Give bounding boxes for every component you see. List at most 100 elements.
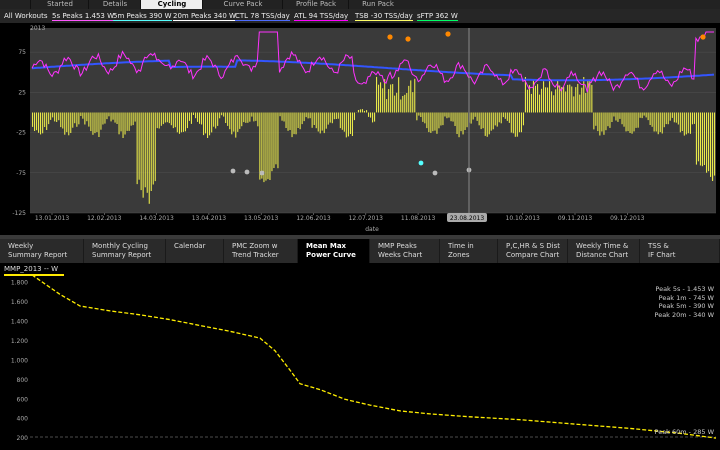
tsb-bar xyxy=(611,112,613,122)
pmc-x-tick: 09.12.2013 xyxy=(610,215,645,222)
tsb-bar xyxy=(279,112,281,117)
chart-tab-weekly-time-distance[interactable]: Weekly Time & Distance Chart xyxy=(568,239,640,263)
chart-tab-mean-max-power[interactable]: Mean Max Power Curve xyxy=(298,239,370,263)
tsb-bar xyxy=(259,112,261,180)
tsb-bar xyxy=(186,112,188,129)
tsb-bar xyxy=(506,112,508,121)
tsb-bar xyxy=(40,112,42,135)
chart-tab-weekly-summary[interactable]: Weekly Summary Report xyxy=(0,239,84,263)
tsb-bar xyxy=(277,112,279,169)
chart-tab-time-in-zones[interactable]: Time in Zones xyxy=(440,239,498,263)
tsb-bar xyxy=(500,112,502,124)
pmc-chart[interactable]: 2013 75 25 -25 -75 -125 13.01.2013 12.02.2013… xyxy=(0,23,720,235)
tsb-bar xyxy=(104,112,106,124)
pmc-legend: All Workouts 5s Peaks 1.453 W 5m Peaks 3… xyxy=(0,9,720,23)
tsb-bar xyxy=(197,112,199,122)
chart-tab-tss-if[interactable]: TSS & IF Chart xyxy=(640,239,720,263)
legend-5s-peaks[interactable]: 5s Peaks 1.453 W xyxy=(52,9,115,23)
tsb-bar xyxy=(309,112,311,119)
tsb-bar xyxy=(160,112,162,126)
tsb-bar xyxy=(166,112,168,123)
tsb-bar xyxy=(136,112,138,185)
tsb-bar xyxy=(128,112,130,131)
pmc-x-tick: 09.11.2013 xyxy=(558,215,593,222)
tsb-bar xyxy=(245,112,247,123)
chart-tab-calendar[interactable]: Calendar xyxy=(166,239,224,263)
tsb-bar xyxy=(205,112,207,134)
workout-filter[interactable]: All Workouts xyxy=(4,9,48,23)
chart-tab-dist-compare[interactable]: P,C,HR & S Dist Compare Chart xyxy=(498,239,568,263)
sftp-marker xyxy=(445,31,451,37)
tsb-bar xyxy=(211,112,213,133)
tsb-bar xyxy=(56,112,58,122)
tsb-bar xyxy=(42,112,44,134)
tsb-bar xyxy=(180,112,182,133)
tsb-bar xyxy=(402,96,404,113)
top-tab-curve-pack[interactable]: Curve Pack xyxy=(202,0,283,9)
tsb-bar xyxy=(130,112,132,126)
chart-tab-pmc-zoom[interactable]: PMC Zoom w Trend Tracker xyxy=(224,239,298,263)
tsb-bar xyxy=(637,112,639,128)
tsb-bar xyxy=(34,112,36,131)
tsb-bar xyxy=(38,112,40,133)
tsb-bar xyxy=(627,112,629,132)
tsb-bar xyxy=(681,112,683,131)
tsb-bar xyxy=(494,112,496,126)
top-tab-details[interactable]: Details xyxy=(88,0,141,9)
tsb-bar xyxy=(80,112,82,116)
tsb-bar xyxy=(657,112,659,135)
tsb-bar xyxy=(452,112,454,122)
tsb-bar xyxy=(108,112,110,117)
tsb-bar xyxy=(428,112,430,133)
tsb-bar xyxy=(126,112,128,131)
tsb-bar xyxy=(225,112,227,123)
tsb-bar xyxy=(677,112,679,125)
chart-tab-mmp-peaks-weeks[interactable]: MMP Peaks Weeks Chart xyxy=(370,239,440,263)
tsb-bar xyxy=(587,79,589,113)
tsb-bar xyxy=(249,112,251,122)
tsb-bar xyxy=(162,112,164,125)
tsb-bar xyxy=(184,112,186,132)
legend-atl[interactable]: ATL 94 TSS/day xyxy=(294,9,349,23)
legend-ctl[interactable]: CTL 78 TSS/day xyxy=(235,9,290,23)
tsb-bar xyxy=(46,112,48,130)
tsb-bar xyxy=(591,84,593,113)
top-tab-run-pack[interactable]: Run Pack xyxy=(348,0,407,9)
tsb-bar xyxy=(203,112,205,136)
tsb-bar xyxy=(299,112,301,130)
tsb-bar xyxy=(366,110,368,113)
peak-5s: Peak 5s - 1.453 W xyxy=(655,285,714,293)
top-tab-cycling[interactable]: Cycling xyxy=(140,0,203,9)
tsb-bar xyxy=(410,80,412,113)
tsb-bar xyxy=(233,112,235,132)
tsb-bar xyxy=(631,112,633,134)
pmc-x-tick: 13.05.2013 xyxy=(244,215,279,222)
tsb-bar xyxy=(390,84,392,113)
chart-tab-monthly-summary[interactable]: Monthly Cycling Summary Report xyxy=(84,239,166,263)
tsb-bar xyxy=(466,112,468,128)
tsb-bar xyxy=(708,112,710,172)
tsb-bar xyxy=(124,112,126,135)
legend-tsb[interactable]: TSB -30 TSS/day xyxy=(355,9,413,23)
pmc-y-tick: 75 xyxy=(18,49,26,56)
tsb-bar xyxy=(653,112,655,132)
tsb-bar xyxy=(235,112,237,138)
pmc-x-tick: 12.02.2013 xyxy=(87,215,122,222)
tsb-bar xyxy=(595,112,597,126)
tsb-bar xyxy=(639,112,641,118)
tsb-bar xyxy=(418,112,420,116)
tsb-bar xyxy=(78,112,80,125)
mmp-chart[interactable]: 1.800 1.600 1.400 1.200 1.000 800 600 400 200 xyxy=(0,263,720,450)
tsb-bar xyxy=(665,112,667,125)
top-tab-profile-pack[interactable]: Profile Pack xyxy=(282,0,349,9)
tsb-bar xyxy=(74,112,76,124)
tsb-bar xyxy=(178,112,180,134)
tsb-bar xyxy=(182,112,184,132)
top-tab-started[interactable]: Started xyxy=(30,0,89,9)
tsb-bar xyxy=(474,112,476,117)
legend-sftp[interactable]: sFTP 362 W xyxy=(417,9,458,23)
tsb-bar xyxy=(464,112,466,130)
legend-5m-peaks[interactable]: 5m Peaks 390 W xyxy=(113,9,172,23)
peak-5m-marker xyxy=(418,160,424,166)
legend-20m-peaks[interactable]: 20m Peaks 340 W xyxy=(173,9,236,23)
